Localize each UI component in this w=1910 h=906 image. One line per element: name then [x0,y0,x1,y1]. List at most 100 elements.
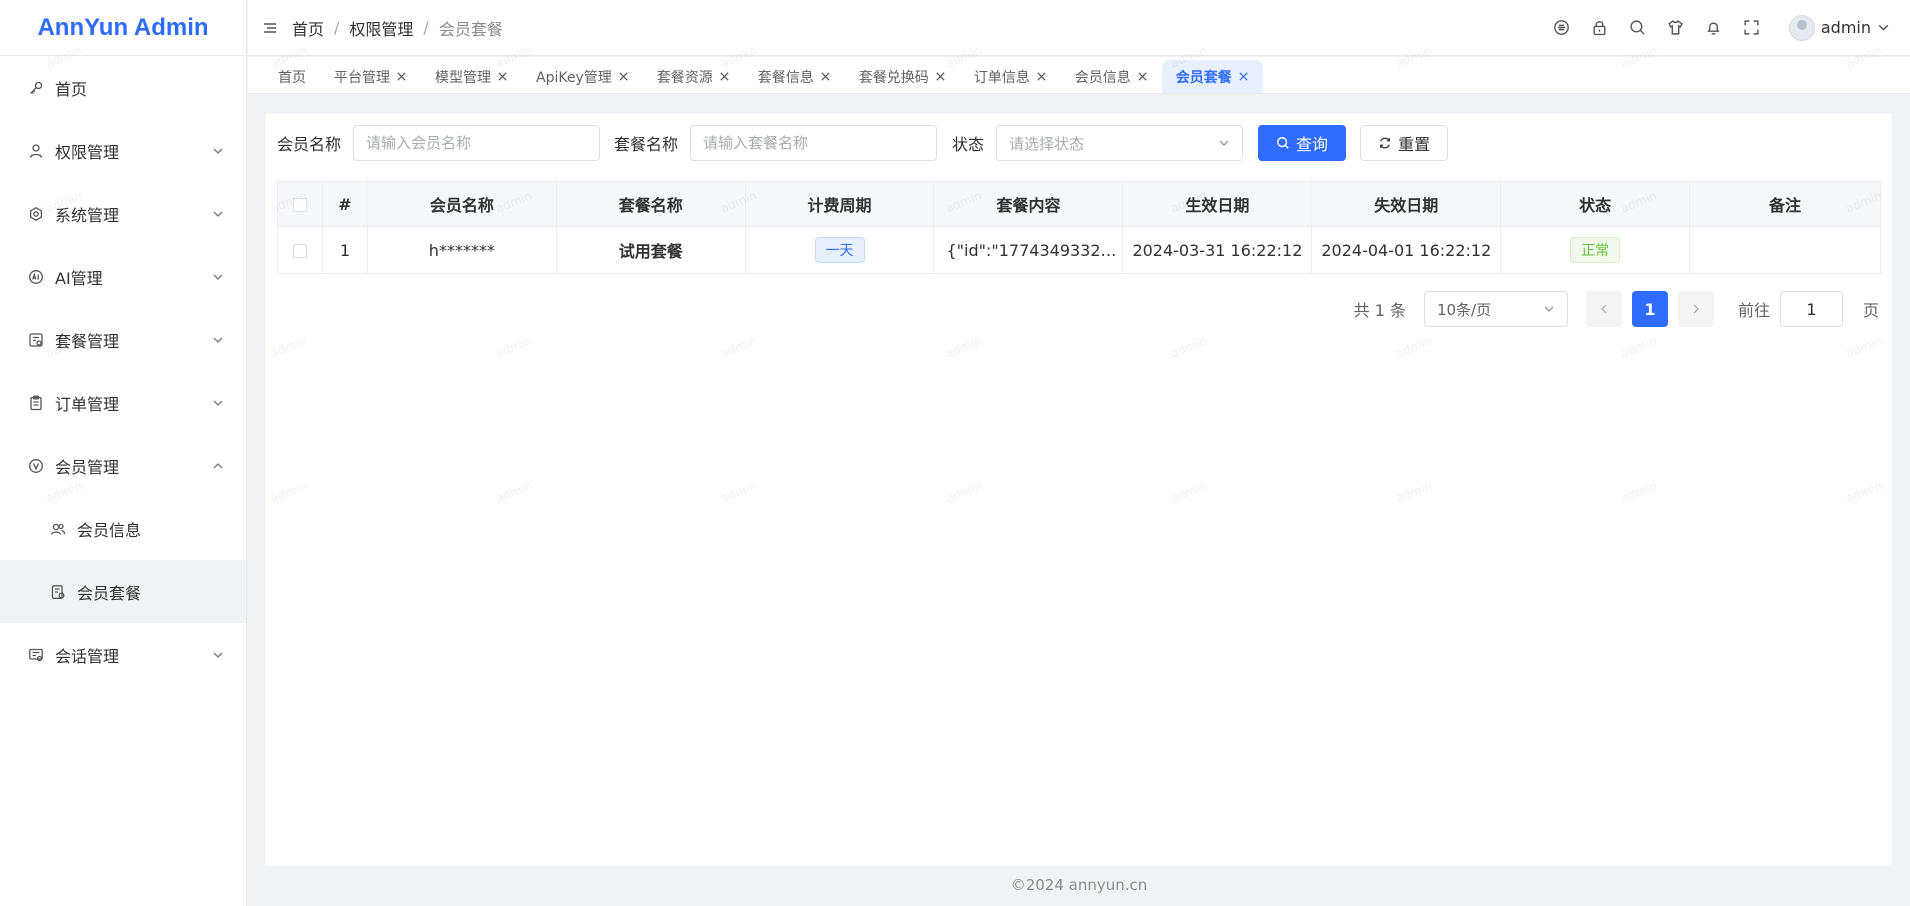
tab-label: 套餐资源 [656,69,713,86]
row-select-cell [277,226,323,274]
username[interactable]: admin [1821,18,1871,37]
reset-button[interactable]: 重置 [1360,125,1449,161]
page-suffix: 页 [1862,301,1879,320]
sidebar-item-member-packages[interactable]: 会员套餐 [0,560,246,623]
close-icon[interactable] [396,71,407,82]
close-icon[interactable] [935,71,946,82]
tab-label: 平台管理 [334,69,390,86]
member-name-label: 会员名称 [277,135,342,154]
package-content-cell: {"id":"177434933215… [933,226,1124,274]
search-icon[interactable] [1629,19,1647,37]
close-icon[interactable] [1238,71,1249,82]
user-icon [28,143,44,159]
menu-toggle-icon[interactable] [262,20,278,36]
tab-label: 套餐信息 [757,69,814,86]
chevron-down-icon [212,334,224,346]
column-header: 会员名称 [366,181,557,227]
sidebar-item-label: 套餐管理 [55,331,120,351]
table-row[interactable]: 1 h******* 试用套餐 一天 {"id":"177434933215… … [277,226,1881,274]
refresh-icon [1378,136,1392,150]
theme-icon[interactable] [1553,19,1571,37]
sidebar-item-sessions[interactable]: 会话管理 [0,623,246,686]
status-select[interactable]: 请选择状态 [996,125,1244,161]
close-icon[interactable] [1137,71,1148,82]
content-panel: 会员名称 套餐名称 状态 请选择状态 查询 重置 # 会员名称 套餐名称 计费周… [264,112,1893,867]
tab-member-packages[interactable]: 会员套餐 [1161,60,1263,93]
clipboard-icon [28,395,44,411]
tab-label: 首页 [278,69,306,86]
page-size-select[interactable]: 10条/页 [1423,291,1568,327]
tab-label: 会员套餐 [1175,69,1232,86]
tab-home[interactable]: 首页 [264,60,320,93]
vip-icon [28,458,44,474]
package-name-input[interactable] [690,125,938,161]
breadcrumb-separator: / [423,18,429,37]
sidebar: AnnYun Admin 首页 权限管理 系统管理 AI管理 套餐管理 订单管理… [0,0,247,906]
package-name-cell: 试用套餐 [555,226,746,274]
chat-icon [28,647,44,663]
document-icon [50,584,66,600]
column-header: 状态 [1500,181,1691,227]
tab-models[interactable]: 模型管理 [421,60,522,93]
tab-label: 模型管理 [435,69,491,86]
avatar[interactable] [1788,14,1815,41]
shirt-icon[interactable] [1667,19,1685,37]
column-header: 套餐内容 [933,181,1124,227]
sidebar-item-members[interactable]: 会员管理 [0,434,246,497]
tab-label: 会员信息 [1074,69,1131,86]
prev-page-button[interactable] [1585,291,1622,327]
filter-bar: 会员名称 套餐名称 状态 请选择状态 查询 重置 [277,125,1449,161]
tab-apikey[interactable]: ApiKey管理 [522,60,643,93]
close-icon[interactable] [618,71,629,82]
sidebar-item-orders[interactable]: 订单管理 [0,371,246,434]
sidebar-item-permissions[interactable]: 权限管理 [0,119,246,182]
app-logo: AnnYun Admin [0,0,246,56]
sidebar-item-label: 会员管理 [55,457,120,477]
select-all-checkbox[interactable] [292,198,307,212]
tab-redeem-codes[interactable]: 套餐兑换码 [845,60,960,93]
close-icon[interactable] [497,71,508,82]
sidebar-item-label: 会话管理 [55,646,120,666]
tab-orders[interactable]: 订单信息 [960,60,1061,93]
settings-icon [28,206,44,222]
bell-icon[interactable] [1705,19,1723,37]
sidebar-item-packages[interactable]: 套餐管理 [0,308,246,371]
key-icon [28,80,44,96]
member-name-input[interactable] [353,125,601,161]
close-icon[interactable] [1036,71,1047,82]
tabs-bar: 首页 平台管理 模型管理 ApiKey管理 套餐资源 套餐信息 套餐兑换码 订单… [248,57,1910,94]
tab-package-info[interactable]: 套餐信息 [744,60,845,93]
next-page-button[interactable] [1677,291,1714,327]
page-size-value: 10条/页 [1436,300,1492,319]
chevron-down-icon [212,271,224,283]
query-button[interactable]: 查询 [1258,125,1347,161]
breadcrumb-permissions[interactable]: 权限管理 [349,16,413,40]
breadcrumb-separator: / [334,18,340,37]
sidebar-item-member-info[interactable]: 会员信息 [0,497,246,560]
status-label: 状态 [952,135,985,154]
page-number-current[interactable]: 1 [1631,291,1668,327]
chevron-down-icon [1543,303,1555,315]
tab-label: 订单信息 [973,69,1030,86]
chevron-down-icon [212,397,224,409]
close-icon[interactable] [719,71,730,82]
sidebar-item-home[interactable]: 首页 [0,56,246,119]
row-checkbox[interactable] [292,244,307,258]
tab-platform[interactable]: 平台管理 [320,60,421,93]
breadcrumb: 首页 / 权限管理 / 会员套餐 [292,16,503,40]
chevron-down-icon [212,649,224,661]
sidebar-item-system[interactable]: 系统管理 [0,182,246,245]
breadcrumb-home[interactable]: 首页 [292,16,324,40]
chevron-left-icon [1601,304,1607,314]
goto-page-input[interactable] [1779,291,1843,327]
remark-cell [1689,226,1881,274]
chevron-down-icon[interactable] [1877,19,1890,37]
tab-member-info[interactable]: 会员信息 [1061,60,1162,93]
fullscreen-icon[interactable] [1743,19,1761,37]
lock-icon[interactable] [1591,19,1609,37]
sidebar-item-ai[interactable]: AI管理 [0,245,246,308]
close-icon[interactable] [820,71,831,82]
package-icon [28,332,44,348]
tab-package-resources[interactable]: 套餐资源 [643,60,744,93]
chevron-down-icon [212,145,224,157]
